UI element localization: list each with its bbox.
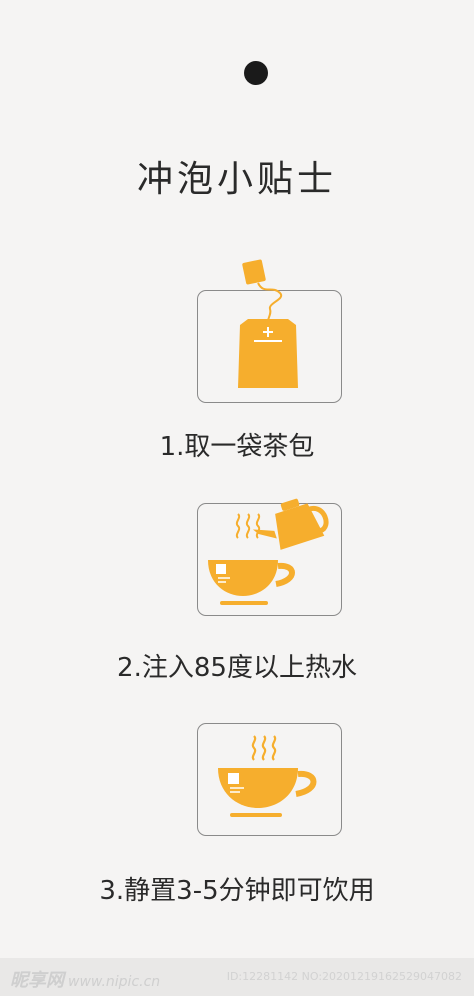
step-2-label: 2.注入85度以上热水 xyxy=(117,653,357,683)
kettle-pour-cup-icon xyxy=(208,498,329,605)
watermark-brand-text: 昵享网 xyxy=(10,970,64,991)
watermark-bar: 昵享网 www.nipic.cn ID:12281142 NO:202012191… xyxy=(0,958,474,996)
steaming-cup-icon xyxy=(218,735,317,817)
page-title: 冲泡小贴士 xyxy=(136,159,337,200)
hang-hole xyxy=(244,61,268,85)
watermark-site: www.nipic.cn xyxy=(68,974,161,990)
step-1-label: 1.取一袋茶包 xyxy=(159,432,315,462)
tea-bag-icon xyxy=(238,259,298,388)
step-3-label: 3.静置3-5分钟即可饮用 xyxy=(99,876,375,906)
watermark-brand: 昵享网 www.nipic.cn xyxy=(10,966,160,992)
watermark-id: ID:12281142 NO:20201219162529047082 xyxy=(226,970,462,983)
